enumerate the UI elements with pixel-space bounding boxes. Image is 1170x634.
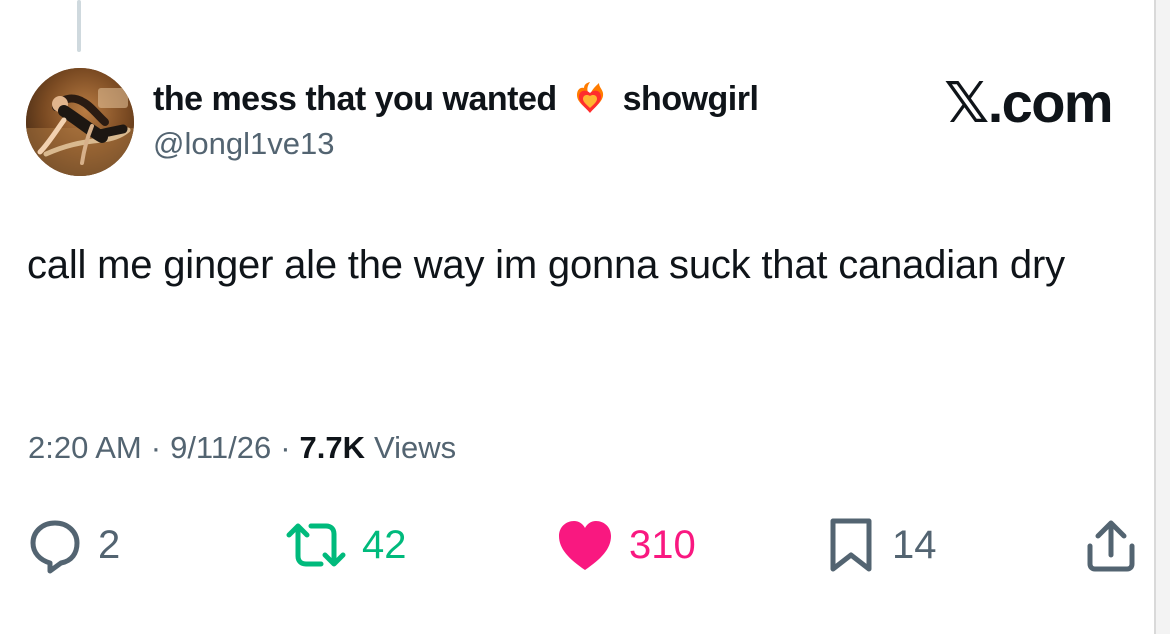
avatar[interactable] [26,68,134,176]
x-logo: 𝕏.com [944,71,1113,134]
username-handle[interactable]: @longl1ve13 [153,125,334,163]
repost-count: 42 [362,523,407,567]
like-button[interactable]: 310 [555,510,696,580]
repost-icon [284,516,348,574]
bookmark-count: 14 [892,523,937,567]
avatar-photo [26,68,134,176]
tweet-time: 2:20 AM [28,430,142,465]
meta-separator: · [280,430,291,465]
share-button[interactable] [1082,510,1140,580]
heart-icon [555,516,615,574]
tweet-date: 9/11/26 [170,430,272,465]
tweet-actions: 2 42 310 14 [26,510,1144,580]
reply-count: 2 [98,523,121,567]
views-label: Views [374,430,457,465]
display-name-suffix[interactable]: showgirl [623,78,759,120]
right-edge-divider [1154,0,1170,634]
display-name-row[interactable]: the mess that you wanted showgirl [153,78,759,120]
reply-button[interactable]: 2 [26,510,120,580]
bookmark-button[interactable]: 14 [824,510,937,580]
tweet-meta: 2:20 AM · 9/11/26 · 7.7K Views [28,428,456,468]
reply-icon [26,516,84,574]
views-count: 7.7K [299,430,366,465]
like-count: 310 [629,523,696,567]
display-name[interactable]: the mess that you wanted [153,78,557,120]
tweet-text: call me ginger ale the way im gonna suck… [27,243,1065,287]
thread-connector-line [77,0,81,52]
bookmark-icon [824,516,878,574]
share-icon [1082,516,1140,574]
meta-separator: · [150,430,162,465]
burning-heart-icon [569,78,611,120]
repost-button[interactable]: 42 [284,510,407,580]
